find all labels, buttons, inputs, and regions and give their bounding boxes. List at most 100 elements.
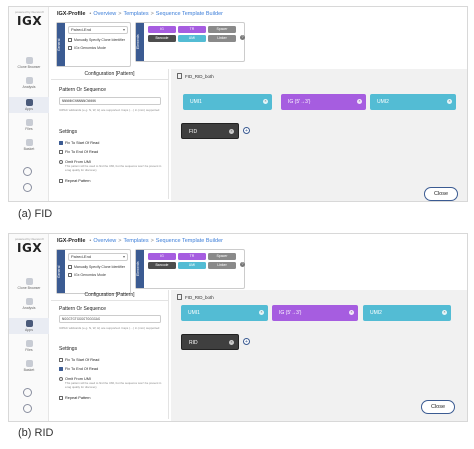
config-title: Configuration [Pattern]	[51, 290, 168, 301]
left-nav: powered by iGenomX IGX Clone Browser Ana…	[9, 234, 49, 421]
chip-linker[interactable]: Linker	[208, 35, 236, 42]
help-icon[interactable]	[23, 388, 32, 397]
chip-umi[interactable]: UMI	[178, 35, 206, 42]
nav-clone-browser[interactable]: Clone Browser	[9, 57, 49, 69]
read-mode-select[interactable]: Paired-End ▾	[68, 253, 128, 261]
crumb-builder[interactable]: Sequence Template Builder	[156, 11, 223, 17]
close-icon[interactable]: ×	[259, 310, 264, 315]
general-tab[interactable]: General	[57, 250, 65, 293]
app-title: IGX-Profile	[57, 11, 86, 17]
user-icon[interactable]	[23, 183, 32, 192]
segment-label: UMI2	[377, 99, 389, 105]
pattern-input[interactable]: NGGGTGTGGGGTGGGGAG	[59, 315, 161, 323]
segment-umi1[interactable]: UMI1 ×	[181, 305, 268, 321]
help-icon[interactable]: ?	[240, 35, 245, 40]
segment-umi1[interactable]: UMI1 ×	[183, 94, 272, 110]
option-label: Fix To Start Of Read	[65, 358, 100, 362]
close-icon[interactable]: ×	[357, 99, 362, 104]
help-icon[interactable]: ?	[240, 262, 245, 267]
chip-spacer[interactable]: Spacer	[208, 253, 236, 260]
segment-label: RID	[189, 340, 198, 346]
toggle-box[interactable]	[59, 160, 63, 164]
manual-clone-id-checkbox[interactable]: Manually Specify Clone Identifier	[68, 265, 125, 269]
nav-apps[interactable]: Apps	[9, 318, 49, 334]
crumb-templates[interactable]: Templates	[124, 11, 149, 17]
chip-tr[interactable]: TR	[178, 253, 206, 260]
segment-umi2[interactable]: UMI2 ×	[363, 305, 451, 321]
add-segment-icon[interactable]: +	[243, 338, 250, 345]
close-button[interactable]: Close	[424, 187, 458, 201]
checkbox-box[interactable]	[68, 46, 72, 50]
nav-analysis[interactable]: Analysis	[9, 77, 49, 89]
help-icon[interactable]	[23, 167, 32, 176]
elements-tab[interactable]: Elements	[136, 250, 144, 288]
pattern-input[interactable]: NNNNNCNNNNNCNNNN	[59, 97, 161, 105]
checkbox-box[interactable]	[59, 150, 63, 154]
nav-files[interactable]: Files	[9, 119, 49, 131]
chip-tr[interactable]: TR	[178, 26, 206, 33]
segment-label: FID	[189, 129, 198, 135]
crumb-overview[interactable]: Overview	[93, 11, 116, 17]
fix-start-checkbox[interactable]: Fix To Start Of Read	[59, 358, 99, 362]
checkbox-box[interactable]	[59, 367, 63, 371]
nav-apps[interactable]: Apps	[9, 97, 49, 113]
nav-analysis[interactable]: Analysis	[9, 298, 49, 310]
repeat-pattern-checkbox[interactable]: Repeat Pattern	[59, 179, 91, 183]
close-icon[interactable]: ×	[229, 340, 234, 345]
read-mode-select[interactable]: Paired-End ▾	[68, 26, 128, 34]
template-file: FID_RID_both	[177, 294, 214, 300]
elements-tab[interactable]: Elements	[136, 23, 144, 61]
chip-ig[interactable]: IG	[148, 253, 176, 260]
option-label: Fix To End Of Read	[65, 367, 99, 371]
segment-ig[interactable]: IG (5'→3') ×	[281, 94, 366, 110]
repeat-pattern-checkbox[interactable]: Repeat Pattern	[59, 396, 91, 400]
segment-ig[interactable]: IG (5'→3') ×	[272, 305, 358, 321]
crumb-builder[interactable]: Sequence Template Builder	[156, 238, 223, 244]
igx-mode-checkbox[interactable]: IGx Genomics Mode	[68, 46, 106, 50]
nav-label: Analysis	[22, 306, 36, 310]
segment-umi2[interactable]: UMI2 ×	[370, 94, 456, 110]
close-icon[interactable]: ×	[442, 310, 447, 315]
checkbox-box[interactable]	[59, 179, 63, 183]
checkbox-box[interactable]	[59, 141, 63, 145]
chip-barcode[interactable]: Barcode	[148, 262, 176, 269]
chip-barcode[interactable]: Barcode	[148, 35, 176, 42]
nav-basket[interactable]: Basket	[9, 360, 49, 372]
close-button[interactable]: Close	[421, 400, 455, 414]
fix-end-checkbox[interactable]: Fix To End Of Read	[59, 367, 98, 371]
option-label: Repeat Pattern	[65, 179, 91, 183]
toggle-box[interactable]	[59, 377, 63, 381]
fix-start-checkbox[interactable]: Fix To Start Of Read	[59, 141, 99, 145]
chip-spacer[interactable]: Spacer	[208, 26, 236, 33]
checkbox-box[interactable]	[68, 273, 72, 277]
crumb-templates[interactable]: Templates	[124, 238, 149, 244]
segment-rid-selected[interactable]: RID ×	[181, 334, 239, 350]
chevron-down-icon: ▾	[122, 254, 125, 259]
checkbox-box[interactable]	[59, 358, 63, 362]
add-segment-icon[interactable]: +	[243, 127, 250, 134]
chip-umi[interactable]: UMI	[178, 262, 206, 269]
checkbox-box[interactable]	[59, 396, 63, 400]
crumb-overview[interactable]: Overview	[93, 238, 116, 244]
checkbox-box[interactable]	[68, 38, 72, 42]
fix-end-checkbox[interactable]: Fix To End Of Read	[59, 150, 98, 154]
chart-icon	[25, 298, 33, 305]
chip-linker[interactable]: Linker	[208, 262, 236, 269]
close-icon[interactable]: ×	[349, 310, 354, 315]
chip-ig[interactable]: IG	[148, 26, 176, 33]
nav-clone-browser[interactable]: Clone Browser	[9, 278, 49, 290]
nav-basket[interactable]: Basket	[9, 139, 49, 151]
close-icon[interactable]: ×	[229, 129, 234, 134]
igx-mode-checkbox[interactable]: IGx Genomics Mode	[68, 273, 106, 277]
close-icon[interactable]: ×	[263, 99, 268, 104]
screenshot-rid: powered by iGenomX IGX Clone Browser Ana…	[8, 233, 468, 422]
close-icon[interactable]: ×	[447, 99, 452, 104]
nav-files[interactable]: Files	[9, 340, 49, 352]
left-nav: powered by iGenomX IGX Clone Browser Ana…	[9, 7, 49, 201]
omit-hint: This pattern will be used to find the UM…	[65, 164, 162, 172]
checkbox-box[interactable]	[68, 265, 72, 269]
user-icon[interactable]	[23, 404, 32, 413]
segment-fid-selected[interactable]: FID ×	[181, 123, 239, 139]
general-tab[interactable]: General	[57, 23, 65, 66]
manual-clone-id-checkbox[interactable]: Manually Specify Clone Identifier	[68, 38, 125, 42]
